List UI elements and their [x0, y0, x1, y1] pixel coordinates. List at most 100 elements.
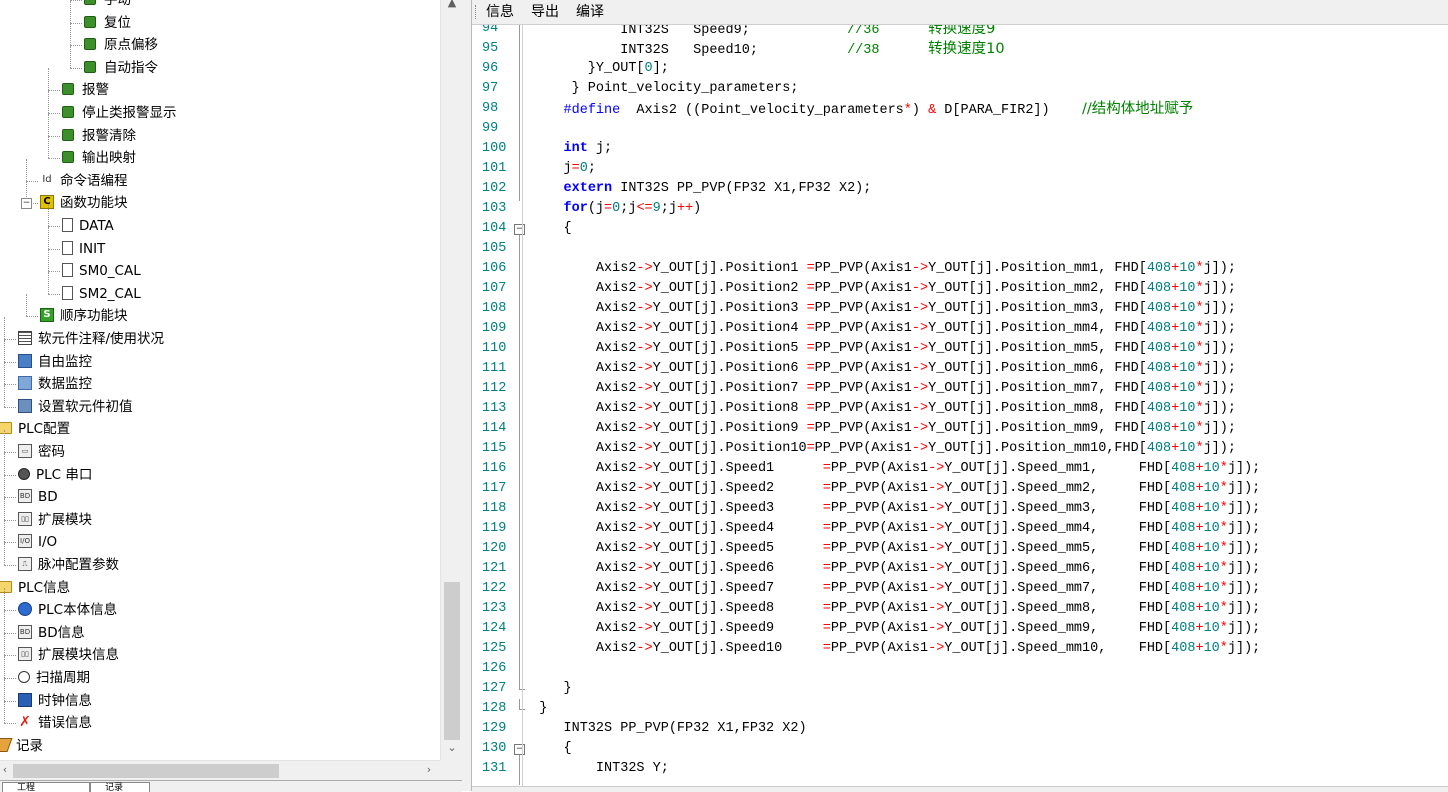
tree-item[interactable]: 扫描周期: [18, 667, 90, 689]
code-token: =: [806, 381, 815, 396]
code-token: 10: [1179, 361, 1196, 376]
code-token: Y_OUT[j].Speed_mm7, FHD[: [944, 581, 1172, 596]
code-token: *: [1219, 541, 1228, 556]
code-token: ): [911, 103, 929, 118]
editor-horizontal-scrollbar[interactable]: [472, 786, 1448, 792]
tree-item[interactable]: 自由监控: [18, 351, 92, 373]
tree-connector: [4, 475, 5, 498]
line-number: 116: [482, 461, 507, 476]
line-number: 100: [482, 141, 507, 156]
tree-connector: [70, 0, 82, 1]
tree-vertical-scrollbar[interactable]: ▲ ⌄: [440, 0, 463, 771]
code-token: =: [822, 621, 831, 636]
code-token: 9: [652, 201, 661, 216]
tree-item[interactable]: BD BD: [18, 486, 58, 508]
tree-item[interactable]: ▯▯ 扩展模块: [18, 509, 92, 531]
tree-item[interactable]: I/O I/O: [18, 531, 57, 553]
code-token: +: [1195, 481, 1204, 496]
menu-info[interactable]: 信息: [486, 3, 514, 21]
document-icon: [62, 240, 73, 255]
tree-item[interactable]: PLC配置: [0, 418, 70, 440]
tree-item[interactable]: C 函数功能块: [40, 192, 128, 214]
tree-horizontal-scrollbar[interactable]: ‹ ›: [0, 760, 440, 781]
code-token: j]);: [1203, 321, 1236, 336]
code-token: Y_OUT[j].Position_mm9, FHD[: [928, 421, 1147, 436]
line-number: 118: [482, 501, 507, 516]
line-number: 102: [482, 181, 507, 196]
pane-splitter[interactable]: [462, 0, 472, 791]
tree-item[interactable]: 设置软元件初值: [18, 396, 133, 418]
code-token: Axis2: [523, 441, 637, 456]
code-token: *: [1219, 641, 1228, 656]
code-token: =: [822, 601, 831, 616]
tree-item[interactable]: 原点偏移: [84, 34, 158, 56]
code-token: ->: [636, 601, 653, 616]
code-token: Axis2: [523, 261, 637, 276]
code-token: Axis2: [523, 301, 637, 316]
tree-item[interactable]: PLC本体信息: [18, 599, 117, 621]
menu-compile[interactable]: 编译: [576, 3, 604, 21]
code-token: Axis2: [523, 561, 637, 576]
menu-export[interactable]: 导出: [531, 3, 559, 21]
tree-expander-icon[interactable]: −: [21, 198, 32, 210]
code-editor[interactable]: 94 95 96 97 98 99 100 101 102 103 104−105 106 107 108…: [472, 25, 1448, 786]
tree-connector: [4, 633, 5, 656]
tree-item-label: DATA: [79, 218, 114, 234]
tree-item[interactable]: 停止类报警显示: [62, 102, 177, 124]
code-token: 408: [1171, 601, 1196, 616]
tree-item[interactable]: ▯▯ 扩展模块信息: [18, 644, 119, 666]
code-token: Y_OUT[j].Position_mm3, FHD[: [928, 301, 1147, 316]
code-line: Axis2->Y_OUT[j].Position6 =PP_PVP(Axis1-…: [523, 359, 1236, 379]
tree-item[interactable]: SM2_CAL: [62, 283, 141, 305]
tree-item[interactable]: S 顺序功能块: [40, 305, 128, 327]
tree-item[interactable]: SM0_CAL: [62, 260, 141, 282]
clock-icon: [18, 692, 32, 707]
tree-item[interactable]: PLC 串口: [18, 464, 92, 486]
tree-item[interactable]: ▭ 密码: [18, 441, 65, 463]
code-token: Axis2: [523, 421, 637, 436]
tree-item[interactable]: 软元件注释/使用状况: [18, 328, 164, 350]
tree-vertical-scroll-thumb[interactable]: [444, 582, 460, 740]
tree-item[interactable]: ✗ 错误信息: [18, 712, 92, 734]
scroll-up-arrow-icon[interactable]: ▲: [441, 0, 463, 9]
tree-item[interactable]: ⎍ 脉冲配置参数: [18, 554, 119, 576]
code-token: *: [1195, 441, 1204, 456]
code-token: *: [1195, 361, 1204, 376]
tree-item[interactable]: 手动: [84, 0, 131, 11]
tree-item[interactable]: 自动指令: [84, 57, 158, 79]
code-token: ->: [928, 581, 945, 596]
tree-item[interactable]: 报警清除: [62, 125, 136, 147]
code-token: Y_OUT[j].Position7: [652, 381, 807, 396]
tree-item[interactable]: PLC信息: [0, 577, 70, 599]
tree-horizontal-scroll-thumb[interactable]: [13, 764, 279, 778]
code-token: {: [523, 741, 572, 756]
tree-connector: [4, 474, 16, 476]
code-text-area[interactable]: INT32S Speed9; //36 转换速度9 INT32S Speed10…: [523, 25, 1448, 786]
tree-item[interactable]: BD BD信息: [18, 622, 85, 644]
tree-item[interactable]: INIT: [62, 238, 105, 260]
code-token: ->: [928, 521, 945, 536]
tree-item[interactable]: Id 命令语编程: [40, 170, 127, 192]
tree-item[interactable]: 数据监控: [18, 373, 92, 395]
tree-item[interactable]: 报警: [62, 79, 109, 101]
tree-connector: [70, 45, 82, 47]
tree-connector: [4, 520, 5, 543]
tree-item[interactable]: 记录: [0, 735, 43, 757]
code-token: int: [563, 141, 588, 156]
code-token: ;: [587, 161, 596, 176]
tree-item[interactable]: 时钟信息: [18, 690, 92, 712]
code-line: }Y_OUT[0];: [523, 59, 669, 79]
tree-item[interactable]: 复位: [84, 12, 131, 34]
code-token: ->: [636, 561, 653, 576]
code-token: *: [1195, 401, 1204, 416]
tree-item[interactable]: DATA: [62, 215, 114, 237]
fold-guide: [519, 755, 520, 785]
code-token: +: [1195, 641, 1204, 656]
line-number: 123: [482, 601, 507, 616]
tree-item[interactable]: 输出映射: [62, 147, 136, 169]
code-token: =: [806, 441, 815, 456]
scroll-down-arrow-icon[interactable]: ⌄: [441, 741, 463, 754]
toolbar-grip[interactable]: [475, 5, 478, 19]
scroll-right-arrow-icon[interactable]: ›: [418, 763, 440, 776]
code-token: ->: [636, 281, 653, 296]
